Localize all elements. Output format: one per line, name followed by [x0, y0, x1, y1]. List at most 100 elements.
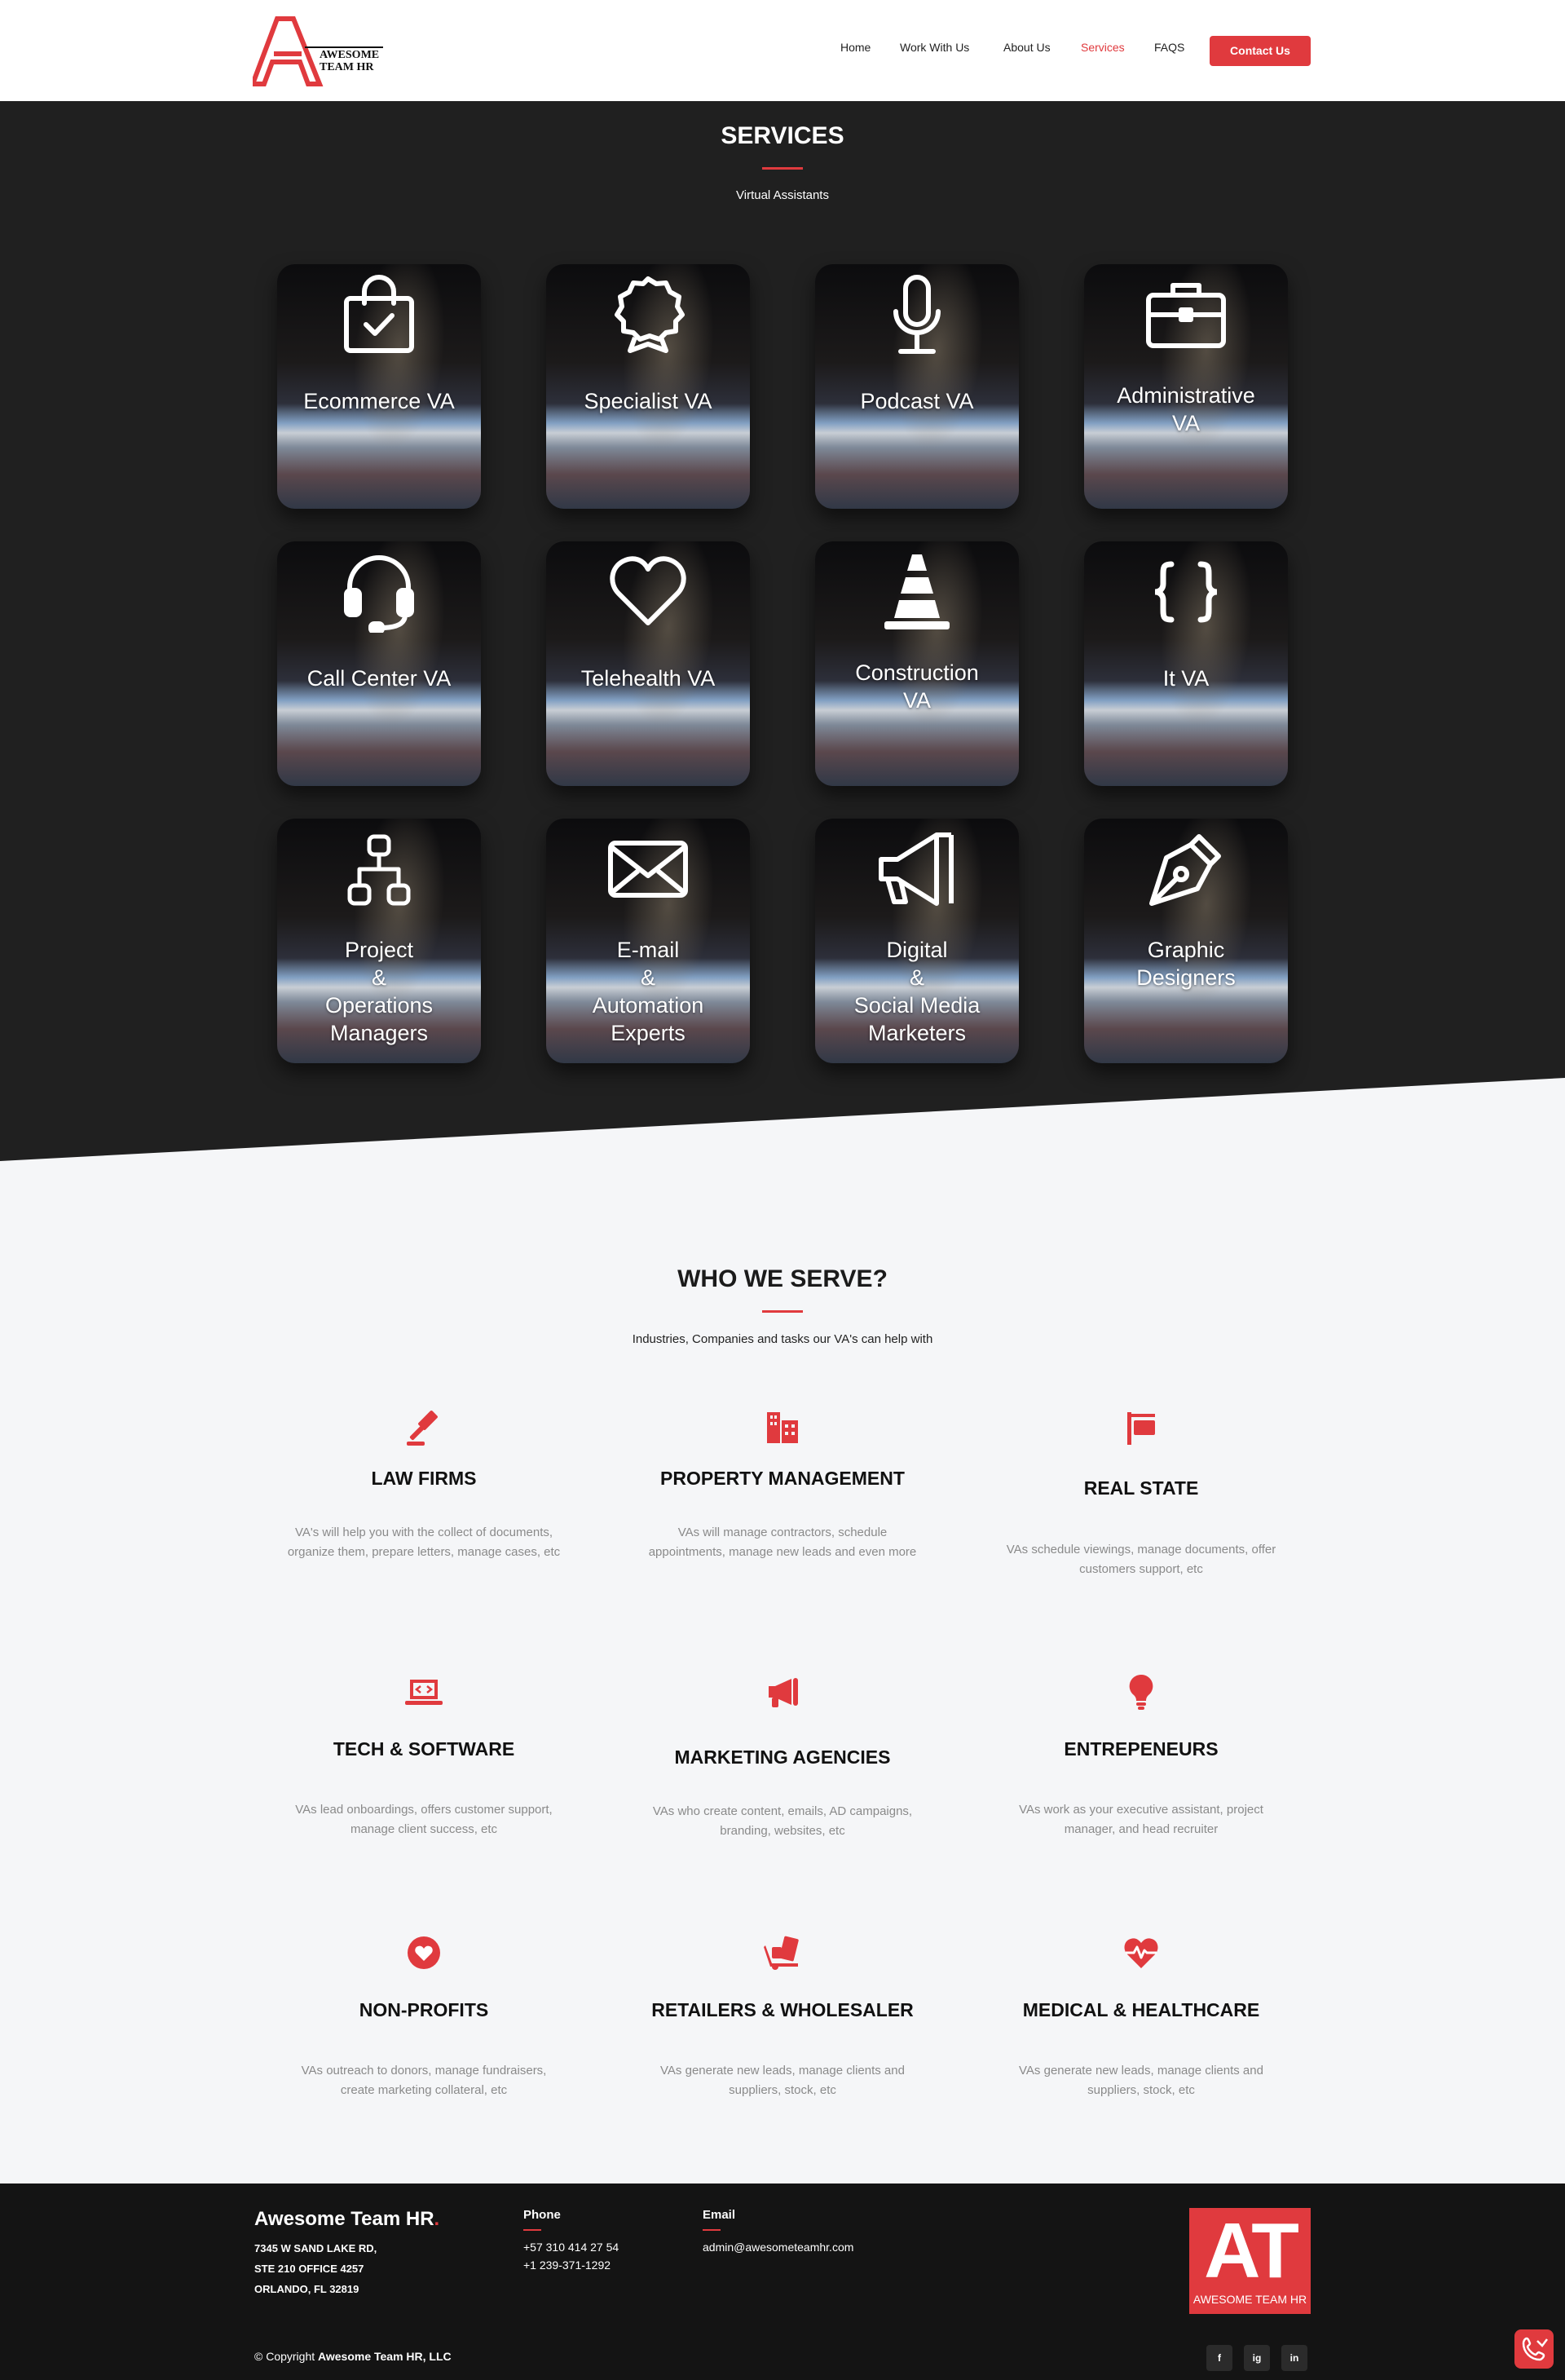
- site-footer: Awesome Team HR. 7345 W SAND LAKE RD, ST…: [0, 2184, 1565, 2380]
- who-title: WHO WE SERVE?: [677, 1265, 888, 1292]
- service-card-it[interactable]: It VA: [1084, 541, 1288, 786]
- contact-us-button[interactable]: Contact Us: [1210, 36, 1311, 66]
- site-header: AWESOME TEAM HR Home Work With Us About …: [0, 0, 1565, 101]
- service-card-construction[interactable]: Construction VA: [815, 541, 1019, 786]
- service-card-label: Ecommerce VA: [303, 389, 455, 413]
- copyright: © Copyright Awesome Team HR, LLC: [254, 2350, 452, 2363]
- footer-phone-1[interactable]: +57 310 414 27 54: [523, 2241, 619, 2254]
- dolly-icon: [764, 1936, 799, 1970]
- sitemap-icon: [347, 834, 411, 906]
- curly-braces-icon: [1154, 561, 1218, 623]
- serve-desc: VAs will manage contractors, schedule ap…: [648, 1526, 917, 1559]
- serve-item-law-firms: LAW FIRMS VA's will help you with the co…: [269, 1409, 579, 1559]
- service-card-podcast[interactable]: Podcast VA: [815, 264, 1019, 509]
- pen-nib-icon: [1149, 834, 1221, 906]
- nav-home[interactable]: Home: [840, 41, 871, 54]
- footer-address-line: ORLANDO, FL 32819: [254, 2283, 359, 2295]
- phone-icon: [1522, 2337, 1548, 2361]
- serve-item-retailers: RETAILERS & WHOLESALER VAs generate new …: [628, 1934, 937, 2097]
- service-card-specialist[interactable]: Specialist VA: [546, 264, 750, 509]
- nav-services[interactable]: Services: [1081, 41, 1125, 54]
- buildings-icon: [767, 1412, 798, 1443]
- services-subtitle: Virtual Assistants: [736, 188, 829, 202]
- nav-about-us[interactable]: About Us: [1003, 41, 1051, 54]
- serve-item-entrepeneurs: ENTREPENEURS VAs work as your executive …: [986, 1673, 1296, 1836]
- serve-item-property-management: PROPERTY MANAGEMENT VAs will manage cont…: [628, 1409, 937, 1559]
- serve-title: NON-PROFITS: [359, 1999, 489, 2020]
- serve-desc: VAs who create content, emails, AD campa…: [652, 1804, 913, 1838]
- service-card-project-ops[interactable]: Project & Operations Managers: [277, 819, 481, 1063]
- nav-faqs[interactable]: FAQS: [1154, 41, 1184, 54]
- service-card-ecommerce[interactable]: Ecommerce VA: [277, 264, 481, 509]
- copyright-name: Awesome Team HR, LLC: [318, 2350, 452, 2363]
- service-card-label: Podcast VA: [860, 389, 974, 413]
- heart-circle-icon: [408, 1936, 440, 1969]
- service-card-label: Administrative VA: [1117, 383, 1255, 435]
- serve-title: LAW FIRMS: [371, 1468, 477, 1489]
- serve-item-real-state: REAL STATE VAs schedule viewings, manage…: [986, 1409, 1296, 1576]
- serve-desc: VAs work as your executive assistant, pr…: [1019, 1803, 1263, 1836]
- service-card-label: Digital & Social Media Marketers: [853, 938, 981, 1045]
- envelope-icon: [608, 841, 688, 898]
- service-card-graphic[interactable]: Graphic Designers: [1084, 819, 1288, 1063]
- heart-icon: [610, 556, 686, 625]
- footer-email-divider: [703, 2229, 721, 2231]
- service-card-label: E-mail & Automation Experts: [592, 938, 704, 1045]
- linkedin-icon[interactable]: in: [1281, 2345, 1307, 2371]
- real-estate-sign-icon: [1127, 1412, 1155, 1445]
- footer-at-logo: AT AWESOME TEAM HR: [1189, 2208, 1311, 2314]
- who-subtitle: Industries, Companies and tasks our VA's…: [632, 1332, 933, 1346]
- microphone-icon: [893, 275, 941, 354]
- service-card-call-center[interactable]: Call Center VA: [277, 541, 481, 786]
- serve-desc: VAs lead onboardings, offers customer su…: [295, 1803, 553, 1836]
- service-card-administrative[interactable]: Administrative VA: [1084, 264, 1288, 509]
- serve-desc: VAs generate new leads, manage clients a…: [1019, 2064, 1263, 2097]
- traffic-cone-icon: [884, 554, 950, 629]
- service-card-label: Specialist VA: [584, 389, 712, 413]
- footer-email[interactable]: admin@awesometeamhr.com: [703, 2241, 853, 2254]
- serve-desc: VA's will help you with the collect of d…: [287, 1526, 561, 1559]
- serve-item-non-profits: NON-PROFITS VAs outreach to donors, mana…: [269, 1934, 579, 2097]
- services-title: SERVICES: [721, 122, 844, 149]
- services-section: [0, 101, 1565, 1161]
- footer-phone-2[interactable]: +1 239-371-1292: [523, 2259, 611, 2272]
- site-logo[interactable]: AWESOME TEAM HR: [249, 15, 388, 86]
- service-card-email-automation[interactable]: E-mail & Automation Experts: [546, 819, 750, 1063]
- footer-address-line: 7345 W SAND LAKE RD,: [254, 2242, 377, 2254]
- shopping-bag-check-icon: [344, 275, 414, 353]
- service-card-label: Construction VA: [855, 660, 979, 713]
- service-card-label: Call Center VA: [306, 666, 452, 691]
- service-card-label: Project & Operations Managers: [324, 938, 434, 1045]
- footer-brand-dot: .: [434, 2208, 440, 2230]
- serve-title: MEDICAL & HEALTHCARE: [1022, 1999, 1260, 2020]
- instagram-icon[interactable]: ig: [1244, 2345, 1270, 2371]
- gavel-icon: [407, 1411, 438, 1446]
- serve-item-tech-software: TECH & SOFTWARE VAs lead onboardings, of…: [269, 1673, 579, 1836]
- footer-phone-divider: [523, 2229, 541, 2231]
- serve-title: RETAILERS & WHOLESALER: [651, 1999, 914, 2020]
- heartbeat-icon: [1124, 1938, 1158, 1968]
- serve-item-marketing-agencies: MARKETING AGENCIES VAs who create conten…: [628, 1673, 937, 1838]
- at-logo-letters: AT: [1204, 2207, 1299, 2294]
- who-divider: [762, 1310, 803, 1313]
- serve-desc: VAs generate new leads, manage clients a…: [660, 2064, 905, 2097]
- serve-desc: VAs outreach to donors, manage fundraise…: [301, 2064, 547, 2097]
- award-ribbon-icon: [615, 276, 685, 353]
- megaphone-icon: [879, 832, 954, 906]
- footer-phone-heading: Phone: [523, 2208, 561, 2222]
- service-card-label: Telehealth VA: [580, 666, 716, 691]
- service-card-label: It VA: [1162, 666, 1210, 691]
- service-card-telehealth[interactable]: Telehealth VA: [546, 541, 750, 786]
- serve-title: PROPERTY MANAGEMENT: [660, 1468, 905, 1489]
- nav-work-with-us[interactable]: Work With Us: [900, 41, 969, 54]
- facebook-icon[interactable]: f: [1206, 2345, 1232, 2371]
- laptop-code-icon: [405, 1680, 443, 1705]
- bullhorn-icon: [769, 1678, 798, 1707]
- call-button[interactable]: [1514, 2329, 1554, 2369]
- copyright-prefix: © Copyright: [254, 2350, 315, 2363]
- serve-item-medical: MEDICAL & HEALTHCARE VAs generate new le…: [986, 1934, 1296, 2097]
- footer-address-line: STE 210 OFFICE 4257: [254, 2263, 364, 2275]
- briefcase-icon: [1146, 283, 1226, 348]
- service-card-digital-social[interactable]: Digital & Social Media Marketers: [815, 819, 1019, 1063]
- serve-title: MARKETING AGENCIES: [674, 1746, 891, 1768]
